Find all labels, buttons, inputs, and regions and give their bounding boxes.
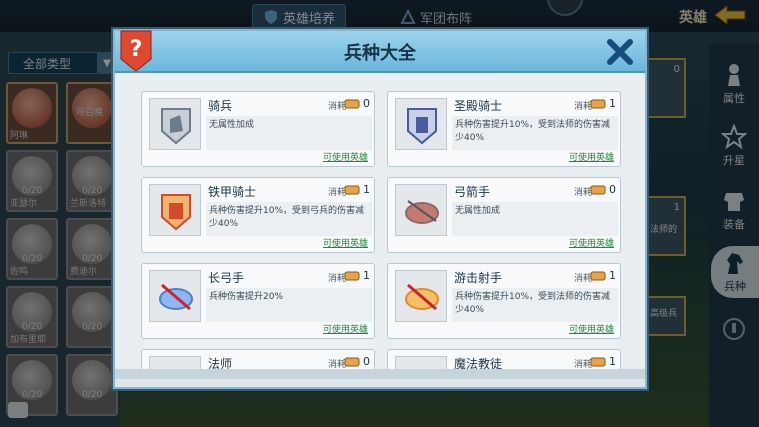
- unit-name: 骑兵: [208, 99, 233, 113]
- cost-value: 0: [609, 183, 616, 196]
- modal-title: 兵种大全: [344, 43, 416, 64]
- unit-name: 弓箭手: [454, 185, 491, 199]
- unit-thumbnail: [149, 98, 201, 150]
- svg-text:?: ?: [130, 37, 143, 62]
- usable-heroes-link[interactable]: 可使用英雄: [323, 322, 368, 335]
- usable-heroes-link[interactable]: 可使用英雄: [569, 150, 614, 163]
- cost-value: 1: [609, 355, 616, 368]
- scroll-ticket-icon: [590, 185, 606, 195]
- cost-value: 1: [609, 269, 616, 282]
- unit-card-ironclad[interactable]: 铁甲骑士 消耗 1 兵种伤害提升10%，受到弓兵的伤害减少40% 可使用英雄: [141, 177, 375, 253]
- unit-card-templar[interactable]: 圣殿骑士 消耗 1 兵种伤害提升10%，受到法师的伤害减少40% 可使用英雄: [387, 91, 621, 167]
- unit-description: 兵种伤害提升10%，受到弓兵的伤害减少40%: [206, 202, 372, 236]
- scroll-ticket-icon: [590, 357, 606, 367]
- usable-heroes-link[interactable]: 可使用英雄: [323, 150, 368, 163]
- unit-card-ranger[interactable]: 游击射手 消耗 1 兵种伤害提升10%，受到法师的伤害减少40% 可使用英雄: [387, 263, 621, 339]
- unit-grid: 骑兵 消耗 0 无属性加成 可使用英雄 圣殿骑士 消耗 1 兵种伤害提升10%，…: [115, 73, 645, 379]
- unit-description: 无属性加成: [206, 116, 372, 150]
- cost-value: 1: [363, 183, 370, 196]
- help-icon[interactable]: ?: [117, 29, 155, 73]
- troop-encyclopedia-modal: 兵种大全 ? 骑兵 消耗 0 无属性加成 可使用英雄 圣殿骑士 消耗 1 兵种伤…: [113, 29, 647, 389]
- usable-heroes-link[interactable]: 可使用英雄: [323, 236, 368, 249]
- cost-value: 0: [363, 355, 370, 368]
- scroll-ticket-icon: [590, 99, 606, 109]
- close-icon[interactable]: [605, 37, 635, 67]
- archer-icon: [405, 200, 439, 224]
- templar-icon: [407, 108, 437, 145]
- unit-description: 无属性加成: [452, 202, 618, 236]
- cost-value: 1: [609, 97, 616, 110]
- cost-value: 1: [363, 269, 370, 282]
- unit-name: 圣殿骑士: [454, 99, 503, 113]
- unit-name: 长弓手: [208, 271, 245, 285]
- scroll-ticket-icon: [344, 185, 360, 195]
- unit-description: 兵种伤害提升20%: [206, 288, 372, 322]
- modal-footer-strip: [115, 369, 645, 379]
- knight-helmet-icon: [161, 108, 191, 145]
- scroll-ticket-icon: [344, 271, 360, 281]
- unit-name: 铁甲骑士: [208, 185, 257, 199]
- unit-thumbnail: [149, 184, 201, 236]
- ironclad-icon: [161, 194, 191, 231]
- unit-name: 游击射手: [454, 271, 503, 285]
- scroll-ticket-icon: [344, 99, 360, 109]
- cost-value: 0: [363, 97, 370, 110]
- unit-thumbnail: [149, 270, 201, 322]
- unit-description: 兵种伤害提升10%，受到法师的伤害减少40%: [452, 116, 618, 150]
- scroll-ticket-icon: [590, 271, 606, 281]
- unit-card-longbowman[interactable]: 长弓手 消耗 1 兵种伤害提升20% 可使用英雄: [141, 263, 375, 339]
- modal-header: 兵种大全: [115, 31, 645, 73]
- unit-thumbnail: [395, 270, 447, 322]
- unit-thumbnail: [395, 184, 447, 236]
- ranger-icon: [405, 283, 439, 311]
- longbow-icon: [159, 283, 193, 311]
- unit-thumbnail: [395, 98, 447, 150]
- unit-description: 兵种伤害提升10%，受到法师的伤害减少40%: [452, 288, 618, 322]
- usable-heroes-link[interactable]: 可使用英雄: [569, 236, 614, 249]
- unit-card-archer[interactable]: 弓箭手 消耗 0 无属性加成 可使用英雄: [387, 177, 621, 253]
- usable-heroes-link[interactable]: 可使用英雄: [569, 322, 614, 335]
- unit-card-cavalry[interactable]: 骑兵 消耗 0 无属性加成 可使用英雄: [141, 91, 375, 167]
- scroll-ticket-icon: [344, 357, 360, 367]
